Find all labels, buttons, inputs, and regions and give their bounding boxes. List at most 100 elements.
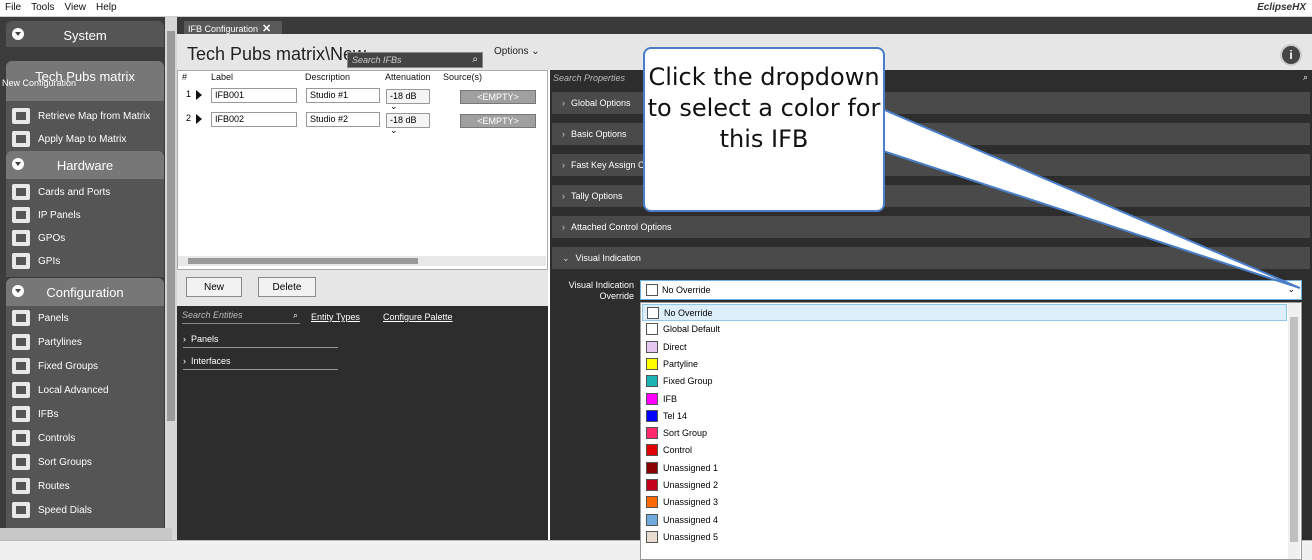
entity-types-link[interactable]: Entity Types: [311, 312, 360, 322]
attenuation-select[interactable]: -18 dB ⌄: [386, 89, 430, 111]
dropdown-option[interactable]: Unassigned 5: [642, 529, 1287, 546]
scroll-thumb[interactable]: [1290, 317, 1298, 542]
dropdown-option[interactable]: No Override: [642, 304, 1287, 321]
chevron-down-icon: ⌄: [531, 46, 540, 57]
play-icon[interactable]: [196, 114, 202, 124]
color-swatch: [646, 284, 658, 296]
description-field[interactable]: Studio #1: [306, 88, 380, 103]
dropdown-option[interactable]: IFB: [642, 391, 1287, 408]
hardware-section-header[interactable]: Hardware: [6, 151, 164, 179]
configuration-section-header[interactable]: Configuration: [6, 278, 164, 306]
dropdown-scrollbar[interactable]: [1288, 303, 1300, 559]
dropdown-option[interactable]: Unassigned 1: [642, 460, 1287, 477]
ifb-icon: [12, 406, 30, 422]
chevron-down-icon: ⌄: [562, 253, 570, 263]
sort-groups-icon: [12, 454, 30, 470]
scroll-thumb[interactable]: [167, 31, 175, 421]
chevron-right-icon: ›: [562, 191, 565, 201]
hardware-label: Hardware: [56, 158, 114, 173]
selected-value: No Override: [662, 285, 711, 295]
color-swatch: [646, 409, 658, 422]
menu-view[interactable]: View: [59, 0, 91, 13]
menu-help[interactable]: Help: [91, 0, 122, 13]
info-icon[interactable]: i: [1280, 44, 1302, 66]
dropdown-option[interactable]: Direct: [642, 339, 1287, 356]
color-swatch: [646, 461, 658, 474]
visual-indication-dropdown[interactable]: No Override ⌄: [640, 280, 1302, 300]
color-swatch: [646, 496, 658, 509]
search-icon: ⌕: [292, 310, 298, 320]
color-swatch: [646, 323, 658, 336]
dropdown-option[interactable]: Unassigned 4: [642, 512, 1287, 529]
dropdown-option[interactable]: Fixed Group: [642, 373, 1287, 390]
label-field[interactable]: IFB002: [211, 112, 297, 127]
configure-palette-link[interactable]: Configure Palette: [383, 312, 453, 322]
color-swatch: [647, 307, 659, 319]
visual-indication-override-label: Visual Indication Override: [568, 280, 634, 301]
color-swatch: [646, 513, 658, 526]
upload-icon: [12, 131, 30, 147]
chevron-right-icon: ›: [562, 222, 565, 232]
system-section-header[interactable]: System: [6, 21, 164, 47]
tab-ifb-configuration[interactable]: IFB Configuration ✕: [184, 21, 282, 35]
column-header-description[interactable]: Description: [305, 72, 350, 82]
color-swatch: [646, 357, 658, 370]
color-swatch: [646, 427, 658, 440]
source-button[interactable]: <EMPTY>: [460, 114, 536, 128]
new-button[interactable]: New: [186, 277, 242, 297]
color-swatch: [646, 479, 658, 491]
option-label: Unassigned 5: [663, 531, 719, 542]
tree-item-panels[interactable]: › Panels: [183, 334, 338, 348]
search-ifbs-input[interactable]: Search IFBs ⌕: [347, 52, 483, 68]
routes-icon: [12, 478, 30, 494]
chevron-right-icon: ›: [183, 334, 186, 344]
option-label: Unassigned 4: [663, 514, 719, 525]
source-button[interactable]: <EMPTY>: [460, 90, 536, 104]
partylines-icon: [12, 334, 30, 350]
system-label: System: [63, 28, 107, 43]
sidebar-scrollbar[interactable]: [165, 17, 177, 542]
option-label: IFB: [663, 393, 678, 404]
dropdown-option[interactable]: Tel 14: [642, 408, 1287, 425]
download-icon: [12, 108, 30, 124]
dropdown-option[interactable]: Partyline: [642, 356, 1287, 373]
group-attached-control-options[interactable]: › Attached Control Options: [552, 216, 1310, 238]
menu-file[interactable]: File: [0, 0, 26, 13]
panels-icon: [12, 310, 30, 326]
table-row[interactable]: 2 IFB002 Studio #2 -18 dB ⌄ <EMPTY>: [178, 110, 546, 135]
column-header-attenuation[interactable]: Attenuation: [385, 72, 431, 82]
group-visual-indication[interactable]: ⌄ Visual Indication: [552, 247, 1310, 269]
option-label: Unassigned 1: [663, 462, 719, 473]
option-label: Sort Group: [663, 428, 708, 439]
attenuation-select[interactable]: -18 dB ⌄: [386, 113, 430, 135]
search-entities-input[interactable]: Search Entities ⌕: [182, 310, 300, 324]
tree-item-interfaces[interactable]: › Interfaces: [183, 356, 338, 370]
table-row[interactable]: 1 IFB001 Studio #1 -18 dB ⌄ <EMPTY>: [178, 86, 546, 111]
chevron-down-icon: ⌄: [1287, 284, 1295, 294]
dropdown-option[interactable]: Control: [642, 442, 1287, 459]
play-icon[interactable]: [196, 90, 202, 100]
option-label: Partyline: [663, 358, 699, 369]
menu-tools[interactable]: Tools: [26, 0, 59, 13]
delete-button[interactable]: Delete: [258, 277, 316, 297]
sidebar-horizontal-scrollbar[interactable]: [0, 528, 172, 540]
label-field[interactable]: IFB001: [211, 88, 297, 103]
dropdown-option[interactable]: Sort Group: [642, 425, 1287, 442]
dropdown-option[interactable]: Global Default: [642, 321, 1287, 338]
search-icon: ⌕: [472, 54, 478, 65]
scroll-thumb[interactable]: [188, 258, 418, 264]
option-label: Global Default: [663, 324, 721, 335]
column-header-sources[interactable]: Source(s): [443, 72, 482, 82]
dropdown-option[interactable]: Unassigned 2: [642, 477, 1287, 494]
local-advanced-icon: [12, 382, 30, 398]
dropdown-option[interactable]: Unassigned 3: [642, 494, 1287, 511]
brand-logo: EclipseHX: [1257, 2, 1306, 13]
chevron-right-icon: ›: [562, 98, 565, 108]
table-horizontal-scrollbar[interactable]: [178, 256, 546, 266]
description-field[interactable]: Studio #2: [306, 112, 380, 127]
sidebar: System Tech Pubs matrix New Configuratio…: [0, 17, 172, 542]
options-menu[interactable]: Options ⌄: [494, 46, 540, 57]
fixed-groups-icon: [12, 358, 30, 374]
column-header-label[interactable]: Label: [211, 72, 233, 82]
option-label: Unassigned 2: [663, 480, 719, 490]
